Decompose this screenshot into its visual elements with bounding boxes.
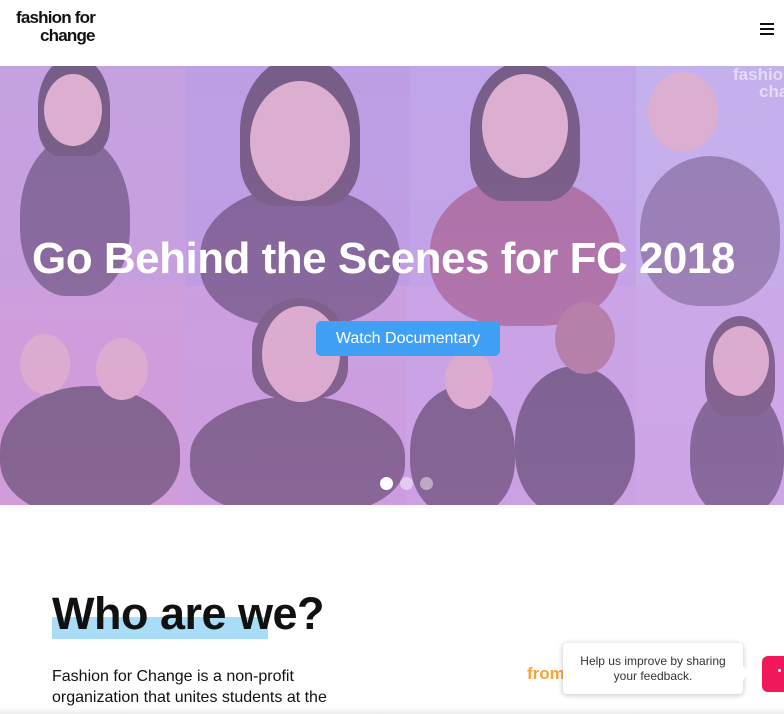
about-text-line2: organization that unites students at the [52, 689, 327, 706]
hero-title: Go Behind the Scenes for FC 2018 [32, 234, 735, 283]
carousel-pagination [380, 475, 440, 490]
watermark-line2: cha [759, 82, 784, 101]
logo-text-line2: change [40, 26, 96, 45]
hero-watermark: fashion cha [733, 66, 784, 100]
about-section-title: Who are we? [52, 588, 325, 639]
site-header: fashion for change [0, 0, 784, 66]
logo-text-line1: fashion for [16, 8, 96, 27]
carousel-dot-2[interactable] [400, 477, 413, 490]
side-heading: from [527, 664, 565, 683]
about-description: Fashion for Change is a non-profit organ… [52, 666, 352, 708]
fashion-for-change-logo[interactable]: fashion for change [16, 9, 106, 44]
watch-documentary-button[interactable]: Watch Documentary [316, 321, 500, 356]
hero-color-overlay [0, 66, 784, 505]
carousel-dot-1[interactable] [380, 477, 393, 490]
feedback-pointer [743, 666, 750, 680]
feedback-tab[interactable] [762, 656, 784, 692]
feedback-message-line1: Help us improve by sharing [580, 654, 726, 668]
watermark-line1: fashion [733, 66, 784, 84]
hamburger-menu-icon[interactable] [760, 20, 778, 38]
feedback-message-line2: your feedback. [613, 669, 693, 683]
smiley-face-icon [778, 669, 781, 672]
about-text-line1: Fashion for Change is a non-profit [52, 668, 294, 685]
feedback-prompt[interactable]: Help us improve by sharing your feedback… [563, 643, 743, 694]
page-fold-shadow [0, 706, 784, 714]
carousel-dot-3[interactable] [420, 477, 433, 490]
hero-carousel: fashion cha Go Behind the Scenes for FC … [0, 66, 784, 505]
